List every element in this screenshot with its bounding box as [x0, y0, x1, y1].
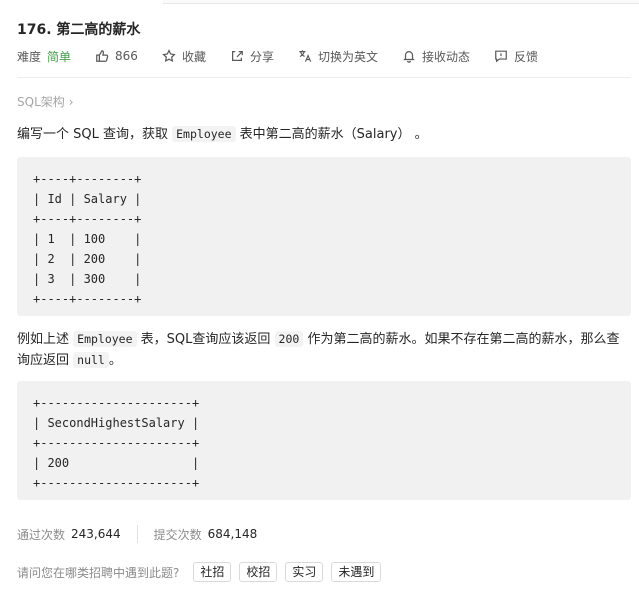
chevron-right-icon: ›	[68, 94, 74, 109]
translate-label: 切换为英文	[317, 49, 378, 64]
passed-value: 243,644	[71, 527, 121, 541]
tag-label: SQL架构	[17, 95, 65, 109]
feedback-icon	[495, 50, 507, 63]
translate-icon	[299, 50, 312, 62]
top-bar-edge	[163, 0, 639, 4]
share-icon	[231, 51, 243, 61]
difficulty-value: 简单	[47, 49, 72, 64]
text-segment: 例如上述	[17, 332, 74, 347]
option-campus-recruit[interactable]: 校招	[239, 562, 278, 582]
bell-icon	[403, 51, 415, 63]
inline-code: null	[73, 352, 109, 368]
problem-title: 176. 第二高的薪水	[17, 22, 141, 38]
passed-label: 通过次数	[17, 527, 66, 542]
inline-code: 200	[274, 331, 304, 347]
employee-table-example: +----+--------+ | Id | Salary | +----+--…	[17, 157, 631, 316]
star-icon	[162, 49, 176, 63]
option-social-recruit[interactable]: 社招	[193, 562, 232, 582]
option-not-encountered[interactable]: 未遇到	[331, 562, 382, 582]
follow-label: 接收动态	[421, 49, 470, 64]
favorite-label: 收藏	[181, 49, 206, 64]
text-segment: 表，SQL查询应该返回	[136, 332, 275, 347]
share-label: 分享	[249, 49, 274, 64]
stats-divider	[136, 525, 138, 543]
problem-tag-link[interactable]: SQL架构 ›	[17, 93, 74, 110]
text-segment: 。	[108, 353, 122, 368]
submitted-label: 提交次数	[153, 527, 202, 542]
difficulty: 难度 简单	[17, 48, 71, 65]
translate-button[interactable]: 切换为英文	[298, 48, 378, 65]
feedback-label: 反馈	[514, 49, 539, 64]
inline-code: Employee	[73, 331, 137, 347]
thumbs-up-icon	[96, 50, 109, 62]
description-paragraph-2: 例如上述 Employee 表，SQL查询应该返回 200 作为第二高的薪水。如…	[17, 329, 631, 371]
text-segment: 表中第二高的薪水（Salary） 。	[235, 127, 428, 142]
like-button[interactable]: 866	[95, 49, 138, 63]
submitted-value: 684,148	[207, 527, 258, 541]
share-button[interactable]: 分享	[230, 48, 274, 65]
description-paragraph-1: 编写一个 SQL 查询，获取 Employee 表中第二高的薪水（Salary）…	[17, 124, 631, 145]
difficulty-label: 难度	[17, 49, 42, 64]
submission-stats: 通过次数 243,644 提交次数 684,148	[17, 524, 257, 544]
option-internship[interactable]: 实习	[285, 562, 324, 582]
interview-source-question: 请问您在哪类招聘中遇到此题? 社招 校招 实习 未遇到	[17, 561, 389, 583]
follow-button[interactable]: 接收动态	[402, 48, 470, 65]
text-segment: 编写一个 SQL 查询，获取	[17, 127, 173, 142]
inline-code: Employee	[172, 126, 236, 142]
feedback-button[interactable]: 反馈	[494, 48, 538, 65]
favorite-button[interactable]: 收藏	[162, 48, 206, 65]
interview-question-text: 请问您在哪类招聘中遇到此题?	[17, 565, 180, 580]
problem-meta-toolbar: 难度 简单 866 收藏 分享 切换为英文 接收动态 反馈	[17, 46, 562, 66]
header-divider	[17, 77, 631, 78]
like-count: 866	[115, 49, 138, 63]
result-table-example: +---------------------+ | SecondHighestS…	[17, 381, 631, 500]
